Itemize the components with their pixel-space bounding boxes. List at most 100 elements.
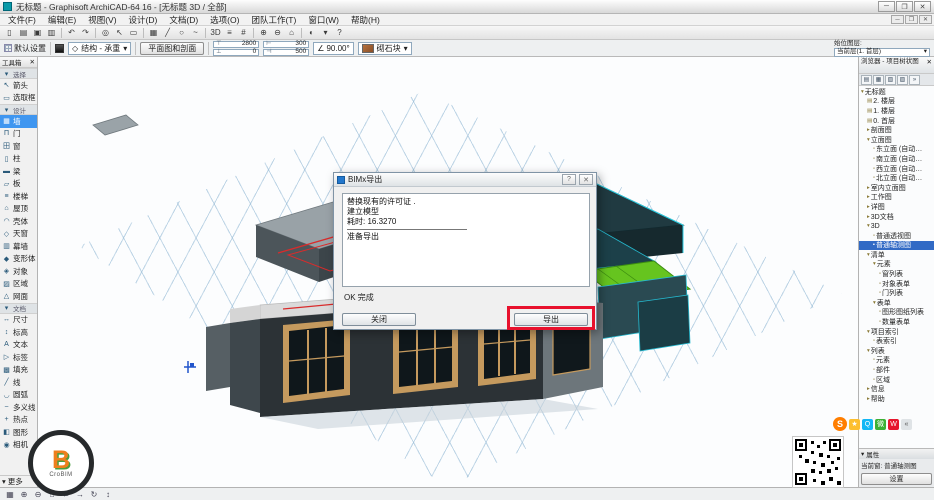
plan-and-section-button[interactable]: 平面图和剖面 (140, 42, 204, 55)
tool-object[interactable]: ◈ 对象 (0, 265, 37, 278)
tree-item[interactable]: ▾ 无标题 (859, 87, 934, 97)
wall-base-height-field[interactable]: ⊥ 0 (213, 49, 259, 56)
tool-door[interactable]: Π 门 (0, 128, 37, 141)
tree-item[interactable]: ▸ 信息 (859, 384, 934, 394)
tool-wall[interactable]: ▦ 墙 (0, 115, 37, 128)
pan-icon[interactable]: ↕ (102, 489, 114, 500)
child-close-button[interactable]: ✕ (919, 15, 932, 24)
share-sohu-icon[interactable]: S (833, 417, 847, 431)
tree-item[interactable]: ▪ 普通轴测图 (859, 241, 934, 251)
tool-fill[interactable]: ▩ 填充 (0, 364, 37, 377)
tool-shell[interactable]: ◠ 壳体 (0, 215, 37, 228)
open-file-icon[interactable]: ▤ (17, 27, 30, 39)
tool-line[interactable]: ╱ 线 (0, 376, 37, 389)
properties-header[interactable]: ▾ 属性 (859, 449, 934, 459)
tool-stair[interactable]: ≡ 楼梯 (0, 190, 37, 203)
layer-select[interactable]: 当前层(1. 首层) ▾ (834, 48, 930, 57)
tree-item[interactable]: ▾ 元素 (859, 260, 934, 270)
nav-tab-project-map[interactable]: ▤ (861, 75, 872, 85)
wall-tool-icon[interactable]: ▦ (147, 27, 160, 39)
tree-item[interactable]: ▫ 东立面 (自动… (859, 145, 934, 155)
tool-slab[interactable]: ▱ 板 (0, 178, 37, 191)
tree-item[interactable]: ▾ 项目索引 (859, 327, 934, 337)
line-tool-icon[interactable]: ╱ (161, 27, 174, 39)
structure-select[interactable]: ◇ 结构 - 承重 ▾ (68, 42, 131, 55)
zoom-out-icon[interactable]: ⊖ (271, 27, 284, 39)
tree-item[interactable]: ▫ 南立面 (自动… (859, 154, 934, 164)
layers-icon[interactable]: ≡ (223, 27, 236, 39)
minimize-button[interactable]: ─ (878, 1, 895, 12)
tree-item[interactable]: ▫ 元素 (859, 356, 934, 366)
tree-item[interactable]: ▾ 清单 (859, 250, 934, 260)
tool-arrow[interactable]: ↖ 箭头 (0, 79, 37, 92)
share-weibo-icon[interactable]: W (888, 419, 899, 430)
tool-arc[interactable]: ◡ 圆弧 (0, 389, 37, 402)
menu-item[interactable]: 团队工作(T) (245, 14, 302, 26)
close-button[interactable]: ✕ (914, 1, 931, 12)
tree-item[interactable]: ▸ 详图 (859, 202, 934, 212)
tool-zone[interactable]: ▨ 区域 (0, 278, 37, 291)
orbit-icon[interactable]: ↻ (88, 489, 100, 500)
tool-roof[interactable]: ⌂ 屋顶 (0, 203, 37, 216)
tool-figure[interactable]: ◧ 图形 (0, 426, 37, 439)
grid-snap-icon[interactable]: # (237, 27, 250, 39)
tree-item[interactable]: ▫ 区域 (859, 375, 934, 385)
print-icon[interactable]: ▥ (45, 27, 58, 39)
tool-marquee[interactable]: ▭ 选取框 (0, 92, 37, 105)
default-settings-button[interactable]: 默认设置 (4, 43, 46, 54)
menu-item[interactable]: 视图(V) (82, 14, 122, 26)
child-restore-button[interactable]: ❐ (905, 15, 918, 24)
fit-view-icon[interactable]: ⌂ (285, 27, 298, 39)
tree-item[interactable]: ▫ 普通透视图 (859, 231, 934, 241)
tree-item[interactable]: ▫ 对象表单 (859, 279, 934, 289)
share-qq-icon[interactable]: Q (862, 419, 873, 430)
tool-curtain-wall[interactable]: ▥ 幕墙 (0, 240, 37, 253)
toolbox-item[interactable]: ▾ 文档 (0, 303, 37, 314)
save-icon[interactable]: ▣ (31, 27, 44, 39)
tool-hotspot[interactable]: + 热点 (0, 414, 37, 427)
tree-item[interactable]: ▫ 北立面 (自动… (859, 173, 934, 183)
tree-item[interactable]: ▸ 3D文档 (859, 212, 934, 222)
wall-top-height-field[interactable]: ⊤ 2800 (213, 41, 259, 48)
tree-item[interactable]: ▸ 室内立面图 (859, 183, 934, 193)
tree-item[interactable]: ▫ 图形图纸列表 (859, 308, 934, 318)
tree-item[interactable]: ▤ 2. 楼层 (859, 97, 934, 107)
tree-item[interactable]: ▾ 列表 (859, 346, 934, 356)
tree-item[interactable]: ▸ 工作图 (859, 193, 934, 203)
tree-item[interactable]: ▤ 1. 楼层 (859, 106, 934, 116)
tree-item[interactable]: ▫ 门列表 (859, 288, 934, 298)
tool-morph[interactable]: ◆ 变形体 (0, 253, 37, 266)
marquee-tool-icon[interactable]: ▭ (127, 27, 140, 39)
tool-skylight[interactable]: ◇ 天窗 (0, 228, 37, 241)
share-qzone-icon[interactable]: ★ (849, 419, 860, 430)
tree-item[interactable]: ▤ 0. 首层 (859, 116, 934, 126)
tree-item[interactable]: ▾ 表单 (859, 298, 934, 308)
tree-item[interactable]: ▫ 部件 (859, 365, 934, 375)
navigator-close-icon[interactable]: ✕ (927, 58, 932, 72)
tree-item[interactable]: ▾ 3D (859, 221, 934, 231)
wall-thickness-field[interactable]: ⊢ 300 (263, 41, 309, 48)
angle-field[interactable]: ∠ 90.00° (313, 42, 353, 55)
tool-window[interactable]: 田 窗 (0, 140, 37, 153)
tree-item[interactable]: ▾ 立面图 (859, 135, 934, 145)
zoom-in-icon[interactable]: ⊕ (257, 27, 270, 39)
tool-dimension[interactable]: ↔ 尺寸 (0, 314, 37, 327)
material-select[interactable]: 砌石块 ▾ (358, 42, 412, 55)
menu-item[interactable]: 窗口(W) (302, 14, 345, 26)
menu-item[interactable]: 文档(D) (163, 14, 204, 26)
tool-beam[interactable]: ▬ 梁 (0, 165, 37, 178)
tree-item[interactable]: ▸ 帮助 (859, 394, 934, 404)
dialog-close-icon[interactable]: ✕ (579, 174, 593, 185)
tool-level-dimension[interactable]: ↕ 标高 (0, 326, 37, 339)
tool-mesh[interactable]: △ 网面 (0, 290, 37, 303)
menu-item[interactable]: 文件(F) (2, 14, 42, 26)
menu-item[interactable]: 帮助(H) (345, 14, 386, 26)
toolbox-close-icon[interactable]: ✕ (30, 58, 35, 66)
tool-text[interactable]: A 文本 (0, 339, 37, 352)
tool-column[interactable]: ▯ 柱 (0, 153, 37, 166)
undo-icon[interactable]: ↶ (65, 27, 78, 39)
arrow-tool-icon[interactable]: ↖ (113, 27, 126, 39)
menu-item[interactable]: 选项(O) (204, 14, 245, 26)
export-button[interactable]: 导出 (514, 313, 588, 326)
zoom-in-icon[interactable]: ⊕ (18, 489, 30, 500)
